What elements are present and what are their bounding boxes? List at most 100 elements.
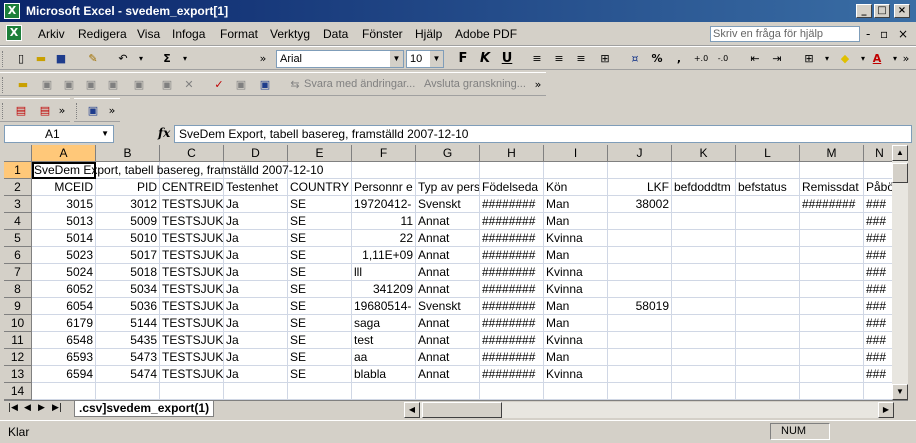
cell-d13[interactable]: Ja: [224, 366, 288, 383]
toolbar-grip[interactable]: [76, 103, 80, 119]
menu-redigera[interactable]: Redigera: [78, 27, 127, 41]
cell-l4[interactable]: [736, 213, 800, 230]
cell-a5[interactable]: 5014: [32, 230, 96, 247]
cell-f13[interactable]: blabla: [352, 366, 416, 383]
first-sheet-icon[interactable]: |◀: [8, 403, 18, 413]
cell-m1[interactable]: [800, 162, 864, 179]
cell-l12[interactable]: [736, 349, 800, 366]
row-header-1[interactable]: 1: [4, 162, 32, 179]
cell-m3[interactable]: ########: [800, 196, 864, 213]
cell-a14[interactable]: [32, 383, 96, 400]
cell-j9[interactable]: 58019: [608, 298, 672, 315]
cell-h13[interactable]: ########: [480, 366, 544, 383]
cell-h11[interactable]: ########: [480, 332, 544, 349]
cell-g6[interactable]: Annat: [416, 247, 480, 264]
cell-l8[interactable]: [736, 281, 800, 298]
row-header-2[interactable]: 2: [4, 179, 32, 196]
cell-h6[interactable]: ########: [480, 247, 544, 264]
excel-app-icon[interactable]: X: [4, 3, 20, 19]
cell-j10[interactable]: [608, 315, 672, 332]
menu-verktyg[interactable]: Verktyg: [270, 27, 310, 41]
folder-icon[interactable]: ▬: [14, 76, 32, 93]
cell-a6[interactable]: 5023: [32, 247, 96, 264]
bold-button[interactable]: F: [454, 50, 472, 67]
cell-k7[interactable]: [672, 264, 736, 281]
row-header-10[interactable]: 10: [4, 315, 32, 332]
cell-j5[interactable]: [608, 230, 672, 247]
cell-m7[interactable]: [800, 264, 864, 281]
horizontal-scroll-thumb[interactable]: [422, 402, 502, 418]
italic-button[interactable]: K: [476, 50, 494, 67]
cell-d5[interactable]: Ja: [224, 230, 288, 247]
toolbar-grip[interactable]: [2, 51, 6, 67]
cell-b8[interactable]: 5034: [96, 281, 160, 298]
cell-l10[interactable]: [736, 315, 800, 332]
review-icon[interactable]: ▣: [82, 76, 100, 93]
cell-n1[interactable]: [864, 162, 892, 179]
cell-c13[interactable]: TESTSJUK: [160, 366, 224, 383]
cell-e13[interactable]: SE: [288, 366, 352, 383]
cell-j1[interactable]: [608, 162, 672, 179]
horizontal-scrollbar[interactable]: ◀ ▶: [404, 402, 894, 418]
cell-j6[interactable]: [608, 247, 672, 264]
cell-j8[interactable]: [608, 281, 672, 298]
cell-k11[interactable]: [672, 332, 736, 349]
font-name-select[interactable]: Arial ▼: [276, 50, 404, 68]
toolbar-options-icon[interactable]: »: [56, 102, 68, 119]
vertical-scrollbar[interactable]: ▲ ▼: [892, 145, 908, 400]
cell-e4[interactable]: SE: [288, 213, 352, 230]
cell-n8[interactable]: ###: [864, 281, 892, 298]
review-icon[interactable]: ▣: [256, 76, 274, 93]
cell-n9[interactable]: ###: [864, 298, 892, 315]
cell-b12[interactable]: 5473: [96, 349, 160, 366]
menu-hjalp[interactable]: Hjälp: [415, 27, 442, 41]
cell-i12[interactable]: Man: [544, 349, 608, 366]
cell-k2[interactable]: befdoddtm: [672, 179, 736, 196]
cell-h10[interactable]: ########: [480, 315, 544, 332]
review-icon[interactable]: ▣: [38, 76, 56, 93]
decrease-decimal-icon[interactable]: -.0: [714, 50, 732, 67]
cell-e3[interactable]: SE: [288, 196, 352, 213]
cell-b10[interactable]: 5144: [96, 315, 160, 332]
cell-b4[interactable]: 5009: [96, 213, 160, 230]
cell-j2[interactable]: LKF: [608, 179, 672, 196]
cell-j3[interactable]: 38002: [608, 196, 672, 213]
cell-f11[interactable]: test: [352, 332, 416, 349]
cell-e5[interactable]: SE: [288, 230, 352, 247]
row-header-8[interactable]: 8: [4, 281, 32, 298]
cell-d11[interactable]: Ja: [224, 332, 288, 349]
cell-h4[interactable]: ########: [480, 213, 544, 230]
cell-a11[interactable]: 6548: [32, 332, 96, 349]
undo-icon[interactable]: ↶: [114, 50, 132, 67]
undo-dropdown-icon[interactable]: ▾: [132, 50, 150, 67]
cell-n12[interactable]: ###: [864, 349, 892, 366]
review-icon[interactable]: ▣: [130, 76, 148, 93]
cell-a9[interactable]: 6054: [32, 298, 96, 315]
scroll-right-icon[interactable]: ▶: [878, 402, 894, 418]
cell-c4[interactable]: TESTSJUK: [160, 213, 224, 230]
cell-h9[interactable]: ########: [480, 298, 544, 315]
review-icon[interactable]: ▣: [104, 76, 122, 93]
close-button[interactable]: ×: [894, 4, 910, 18]
cell-k3[interactable]: [672, 196, 736, 213]
cell-k13[interactable]: [672, 366, 736, 383]
cell-l7[interactable]: [736, 264, 800, 281]
cell-m11[interactable]: [800, 332, 864, 349]
cell-d8[interactable]: Ja: [224, 281, 288, 298]
insert-function-button[interactable]: fx: [158, 126, 170, 140]
cell-h3[interactable]: ########: [480, 196, 544, 213]
cell-c12[interactable]: TESTSJUK: [160, 349, 224, 366]
cell-d14[interactable]: [224, 383, 288, 400]
cell-h14[interactable]: [480, 383, 544, 400]
cell-n5[interactable]: ###: [864, 230, 892, 247]
convert-to-pdf-icon[interactable]: ▤: [12, 102, 30, 119]
column-header-m[interactable]: M: [800, 145, 864, 162]
cell-c3[interactable]: TESTSJUK: [160, 196, 224, 213]
cell-f12[interactable]: aa: [352, 349, 416, 366]
row-header-6[interactable]: 6: [4, 247, 32, 264]
cell-n6[interactable]: ###: [864, 247, 892, 264]
cell-a4[interactable]: 5013: [32, 213, 96, 230]
cell-c14[interactable]: [160, 383, 224, 400]
column-header-a[interactable]: A: [32, 145, 96, 162]
comma-style-icon[interactable]: ,: [670, 50, 688, 67]
